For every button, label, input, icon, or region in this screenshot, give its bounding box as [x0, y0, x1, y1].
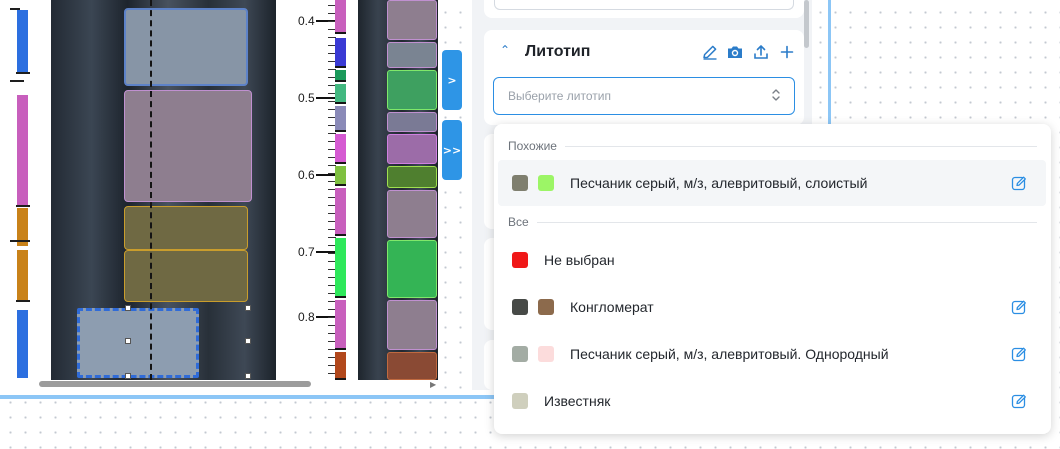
edit-icon[interactable]	[1011, 175, 1027, 191]
edit-icon[interactable]	[1011, 299, 1027, 315]
edit-icon[interactable]	[1011, 346, 1027, 362]
resize-handle[interactable]	[125, 305, 131, 311]
lithology-strip	[10, 0, 30, 380]
color-swatch	[512, 393, 528, 409]
select-placeholder: Выберите литотип	[508, 89, 611, 103]
vertical-scrollbar[interactable]	[804, 0, 809, 48]
edit-icon[interactable]	[701, 43, 719, 61]
core-segment[interactable]	[124, 250, 248, 302]
resize-handle[interactable]	[245, 373, 251, 379]
color-swatch	[512, 299, 528, 315]
option-label: Песчаник серый, м/з, алевритовый, слоист…	[570, 175, 868, 191]
color-swatch	[512, 175, 528, 191]
previous-field[interactable]	[494, 0, 794, 10]
group-label-all: Все	[508, 215, 529, 229]
color-swatch	[512, 252, 528, 268]
depth-label: 0.8	[298, 310, 315, 324]
plus-icon[interactable]	[778, 43, 796, 61]
color-swatch	[512, 346, 528, 362]
chevron-up-icon[interactable]: ⌃	[500, 43, 510, 57]
divider	[565, 146, 1037, 147]
dropdown-option[interactable]: Известняк	[498, 378, 1046, 424]
center-line	[150, 0, 152, 380]
depth-label: 0.5	[298, 91, 315, 105]
camera-icon[interactable]	[726, 43, 744, 61]
group-label-similar: Похожие	[508, 139, 557, 153]
sort-caret-icon[interactable]	[770, 86, 782, 104]
core-segment[interactable]	[124, 90, 252, 202]
scroll-right-icon[interactable]: ▶	[430, 380, 436, 389]
resize-handle[interactable]	[125, 373, 131, 379]
lithotype-column	[335, 0, 346, 380]
divider	[537, 222, 1037, 223]
dropdown-option[interactable]: Песчаник серый, м/з, алевритовый, слоист…	[498, 160, 1046, 206]
dropdown-option[interactable]: Песчаник серый, м/з, алевритовый. Одноро…	[498, 331, 1046, 377]
color-swatch	[538, 175, 554, 191]
depth-label: 0.7	[298, 245, 315, 259]
color-swatch	[538, 299, 554, 315]
depth-label: 0.6	[298, 168, 315, 182]
dropdown-option[interactable]: Конгломерат	[498, 284, 1046, 330]
depth-label: 0.4	[298, 14, 315, 28]
option-label: Известняк	[544, 393, 611, 409]
horizontal-scrollbar[interactable]	[39, 381, 311, 387]
expand-all-button[interactable]: >>	[442, 120, 462, 180]
resize-handle[interactable]	[125, 338, 131, 344]
dropdown-option[interactable]: Не выбран	[498, 237, 1046, 283]
option-label: Конгломерат	[570, 299, 654, 315]
depth-axis: 0.4 0.5 0.6 0.7 0.8	[280, 0, 336, 380]
core-segment[interactable]	[124, 8, 248, 86]
lithotype-title: Литотип	[525, 43, 591, 60]
color-swatch	[538, 346, 554, 362]
upload-icon[interactable]	[752, 43, 770, 61]
core-viewer[interactable]: 0.4 0.5 0.6 0.7 0.8 ▶	[0, 0, 440, 392]
core-photo-secondary[interactable]	[358, 0, 438, 380]
resize-handle[interactable]	[245, 305, 251, 311]
option-label: Песчаник серый, м/з, алевритовый. Одноро…	[570, 346, 889, 362]
core-segment[interactable]	[124, 206, 248, 250]
edit-icon[interactable]	[1011, 393, 1027, 409]
option-label: Не выбран	[544, 252, 615, 268]
selected-segment[interactable]	[77, 308, 199, 378]
resize-handle[interactable]	[245, 338, 251, 344]
expand-button[interactable]: >	[442, 50, 462, 110]
